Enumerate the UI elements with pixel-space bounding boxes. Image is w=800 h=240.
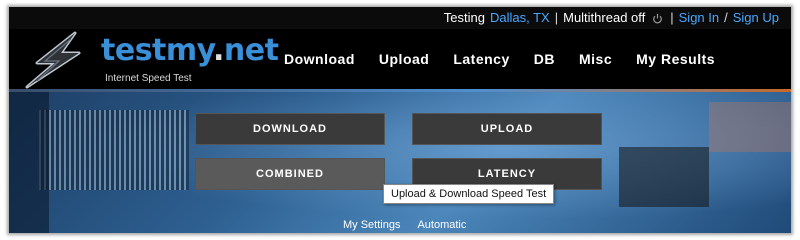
nav-latency[interactable]: Latency bbox=[453, 51, 509, 67]
lightning-bolt-logo-icon bbox=[25, 31, 81, 89]
power-icon[interactable] bbox=[652, 12, 663, 24]
combined-tooltip: Upload & Download Speed Test bbox=[383, 184, 555, 204]
testing-label: Testing bbox=[443, 10, 485, 25]
component-decoration bbox=[709, 102, 791, 152]
nav-db[interactable]: DB bbox=[534, 51, 555, 67]
upload-test-button[interactable]: UPLOAD bbox=[412, 113, 602, 145]
multithread-status[interactable]: Multithread off bbox=[563, 10, 645, 25]
main-nav: Download Upload Latency DB Misc My Resul… bbox=[284, 29, 715, 89]
brand-dot: . bbox=[212, 33, 224, 68]
download-test-button[interactable]: DOWNLOAD bbox=[195, 113, 385, 145]
nav-my-results[interactable]: My Results bbox=[636, 51, 715, 67]
heatsink-decoration bbox=[39, 110, 189, 190]
automatic-mode-link[interactable]: Automatic bbox=[417, 219, 466, 231]
sign-in-link[interactable]: Sign In bbox=[679, 10, 719, 25]
hero-panel: DOWNLOAD UPLOAD COMBINED LATENCY Upload … bbox=[9, 92, 791, 233]
nav-upload[interactable]: Upload bbox=[379, 51, 429, 67]
nav-download[interactable]: Download bbox=[284, 51, 355, 67]
sign-up-link[interactable]: Sign Up bbox=[733, 10, 779, 25]
browser-viewport: Testing Dallas, TX | Multithread off | S… bbox=[9, 7, 791, 233]
brand-name: testmy.net bbox=[101, 33, 279, 68]
separator: | bbox=[670, 10, 674, 25]
site-logo[interactable]: testmy.net Internet Speed Test bbox=[15, 29, 285, 89]
site-header: testmy.net Internet Speed Test Download … bbox=[9, 29, 791, 89]
status-bar: Testing Dallas, TX | Multithread off | S… bbox=[9, 7, 791, 29]
chip-decoration bbox=[619, 147, 709, 207]
slash-separator: / bbox=[724, 10, 728, 25]
server-location-link[interactable]: Dallas, TX bbox=[490, 10, 550, 25]
my-settings-link[interactable]: My Settings bbox=[343, 219, 400, 231]
brand-name-text: testmy bbox=[101, 33, 213, 68]
brand-tld: net bbox=[223, 33, 279, 68]
combined-test-button[interactable]: COMBINED bbox=[195, 158, 385, 190]
board-edge-decoration bbox=[9, 92, 49, 233]
settings-links: My Settings Automatic bbox=[343, 219, 466, 231]
nav-misc[interactable]: Misc bbox=[579, 51, 612, 67]
separator: | bbox=[554, 10, 559, 25]
tagline: Internet Speed Test bbox=[105, 73, 192, 84]
